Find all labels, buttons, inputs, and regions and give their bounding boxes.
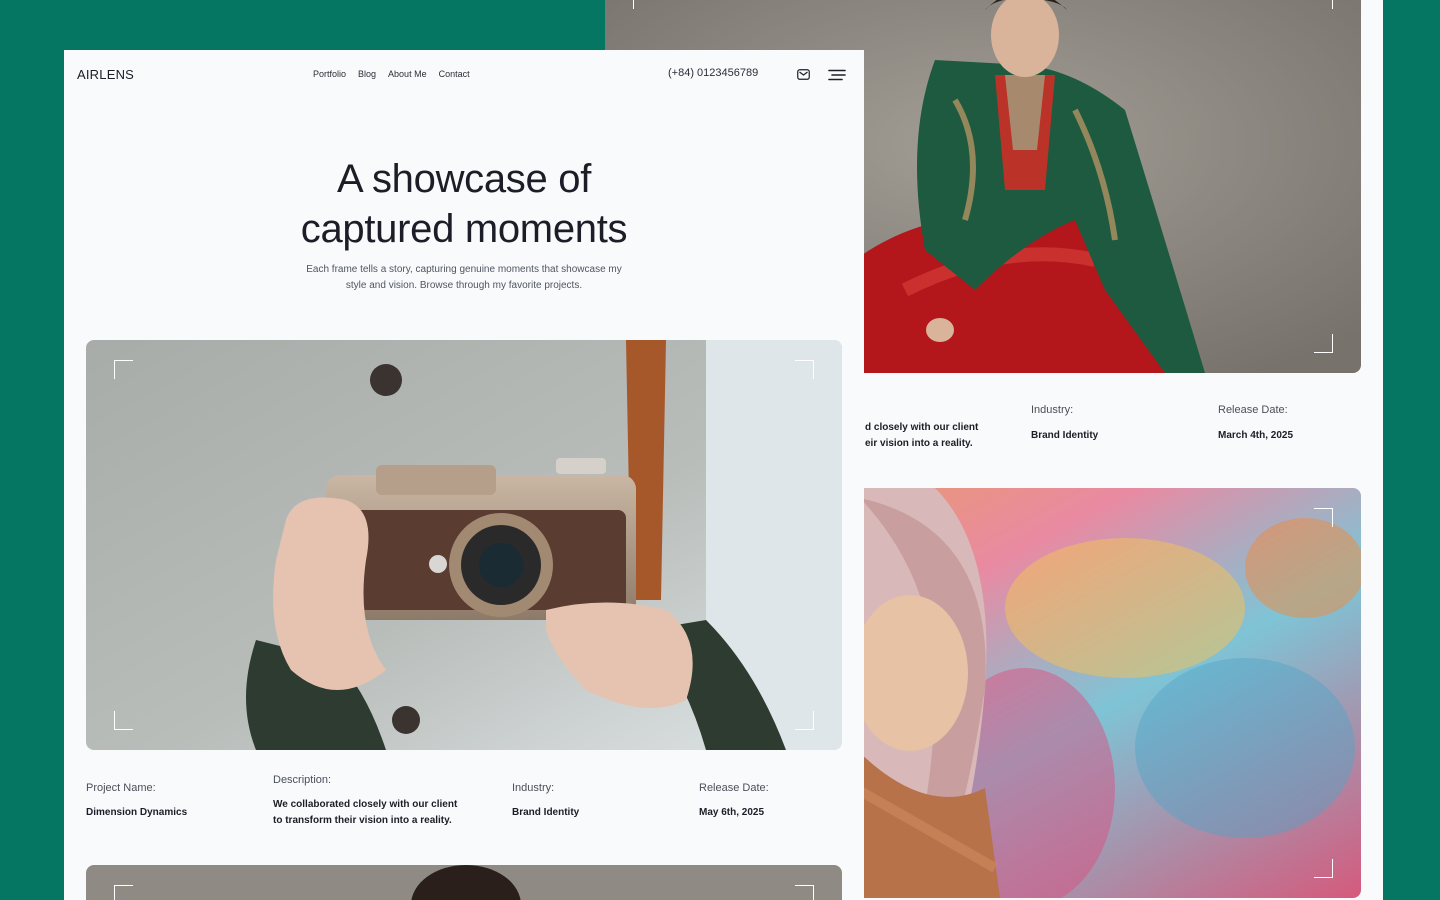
camera-photo-image: [86, 340, 842, 750]
frame-corner-top-left: [114, 360, 133, 379]
next-project-image: [86, 865, 842, 900]
frame-corner-top-right: [1314, 0, 1333, 9]
top-navigation: AIRLENS Portfolio Blog About Me Contact …: [64, 50, 864, 98]
frame-corner-top-left: [114, 885, 133, 900]
phone-number[interactable]: (+84) 0123456789: [668, 67, 758, 79]
industry-value: Brand Identity: [512, 807, 580, 818]
release-date-value: May 6th, 2025: [699, 807, 765, 818]
frame-corner-top-left: [633, 0, 652, 9]
back-industry-value: Brand Identity: [1031, 430, 1099, 441]
industry-label: Industry:: [512, 782, 555, 794]
back-industry-label: Industry:: [1031, 404, 1074, 416]
frame-corner-bottom-right: [1314, 334, 1333, 353]
back-release-date-value: March 4th, 2025: [1218, 430, 1294, 441]
hero-subtitle: Each frame tells a story, capturing genu…: [306, 264, 622, 291]
nav-link-portfolio[interactable]: Portfolio: [313, 69, 346, 79]
next-project-photo[interactable]: [86, 865, 842, 900]
frame-corner-bottom-left: [114, 711, 133, 730]
project-name-value: Dimension Dynamics: [86, 807, 188, 818]
nav-link-about-me[interactable]: About Me: [388, 69, 427, 79]
project-name-label: Project Name:: [86, 782, 156, 794]
back-project-description: d closely with our client eir vision int…: [865, 422, 979, 449]
frame-corner-bottom-right: [1314, 859, 1333, 878]
frame-corner-top-right: [795, 885, 814, 900]
description-value: We collaborated closely with our client …: [273, 799, 458, 826]
frame-corner-top-right: [1314, 508, 1333, 527]
menu-icon[interactable]: [828, 69, 846, 81]
nav-link-contact[interactable]: Contact: [439, 69, 470, 79]
frame-corner-bottom-right: [795, 711, 814, 730]
release-date-label: Release Date:: [699, 782, 769, 794]
nav-link-blog[interactable]: Blog: [358, 69, 376, 79]
mail-icon[interactable]: [797, 69, 810, 80]
back-release-date-label: Release Date:: [1218, 404, 1288, 416]
frame-corner-top-right: [795, 360, 814, 379]
hero-title: A showcase of captured moments: [300, 157, 628, 251]
nav-links: Portfolio Blog About Me Contact: [313, 69, 470, 79]
camera-photo[interactable]: [86, 340, 842, 750]
brand-logo[interactable]: AIRLENS: [77, 67, 134, 82]
description-label: Description:: [273, 774, 332, 786]
main-page-panel: AIRLENS Portfolio Blog About Me Contact …: [64, 50, 864, 900]
